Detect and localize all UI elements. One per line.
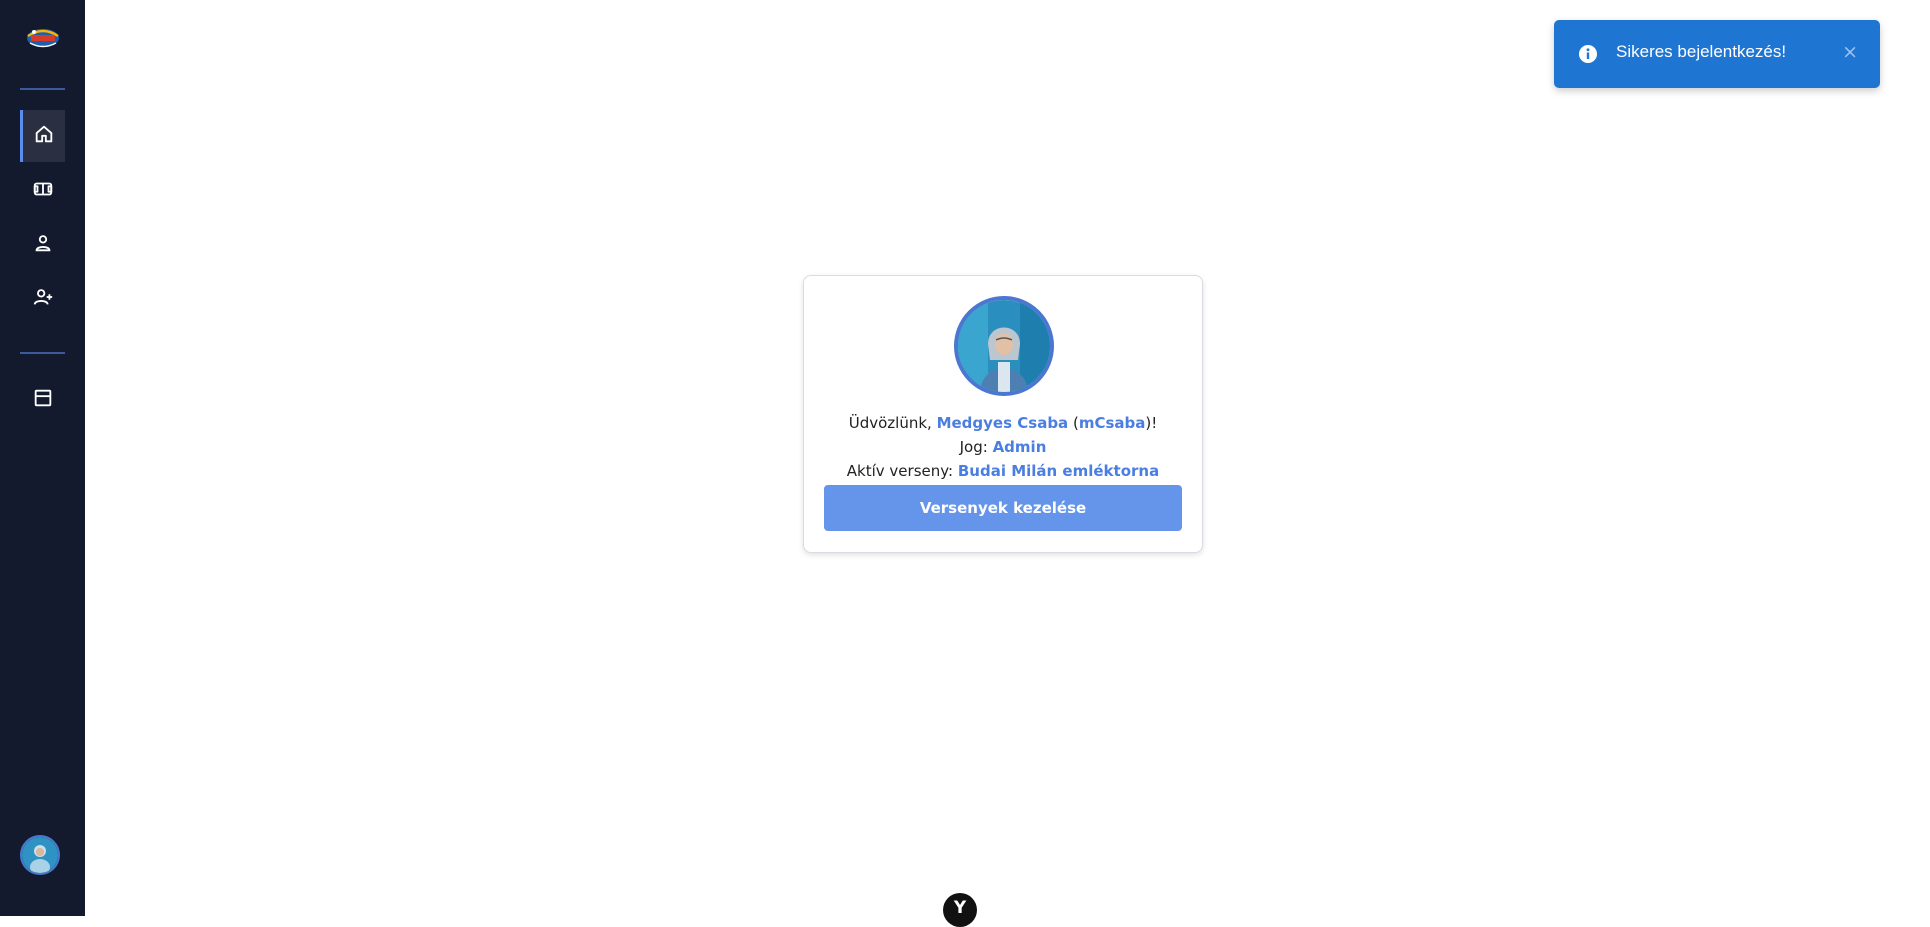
competition-icon <box>32 178 54 205</box>
role-value: Admin <box>992 438 1047 456</box>
greeting-line: Üdvözlünk, Medgyes Csaba (mCsaba)! <box>804 414 1202 432</box>
sidebar-item-competitions[interactable] <box>20 165 65 217</box>
home-icon <box>33 123 55 150</box>
info-icon <box>1578 44 1598 64</box>
close-icon[interactable]: × <box>1842 41 1858 63</box>
user-avatar[interactable] <box>20 835 60 875</box>
sidebar-item-home[interactable] <box>20 110 65 162</box>
add-user-icon <box>32 286 54 313</box>
full-name: Medgyes Csaba <box>936 414 1069 432</box>
sidebar-divider <box>20 352 65 354</box>
profile-avatar <box>954 296 1054 396</box>
role-line: Jog: Admin <box>804 438 1202 456</box>
toast-message: Sikeres bejelentkezés! <box>1616 42 1787 61</box>
paren-open: ( <box>1068 414 1079 432</box>
sidebar-divider <box>20 88 65 90</box>
sidebar <box>0 0 85 916</box>
welcome-card: Üdvözlünk, Medgyes Csaba (mCsaba)! Jog: … <box>803 275 1203 553</box>
sports-logo-icon[interactable] <box>22 24 64 52</box>
manage-competitions-button[interactable]: Versenyek kezelése <box>824 485 1182 531</box>
login-success-toast: Sikeres bejelentkezés! × <box>1554 20 1880 88</box>
active-competition-value: Budai Milán emléktorna <box>957 462 1160 480</box>
username: mCsaba <box>1078 414 1146 432</box>
sidebar-item-profile[interactable] <box>20 219 65 271</box>
sidebar-item-add-user[interactable] <box>20 273 65 325</box>
greeting-prefix: Üdvözlünk, <box>848 414 937 432</box>
active-competition-label: Aktív verseny: <box>846 462 958 480</box>
bottom-floating-badge[interactable]: Y <box>943 893 977 927</box>
sidebar-item-archive[interactable] <box>20 374 65 426</box>
role-label: Jog: <box>959 438 993 456</box>
archive-icon <box>32 387 54 414</box>
active-competition-line: Aktív verseny: Budai Milán emléktorna <box>804 462 1202 480</box>
paren-close: )! <box>1145 414 1158 432</box>
user-icon <box>32 232 54 259</box>
